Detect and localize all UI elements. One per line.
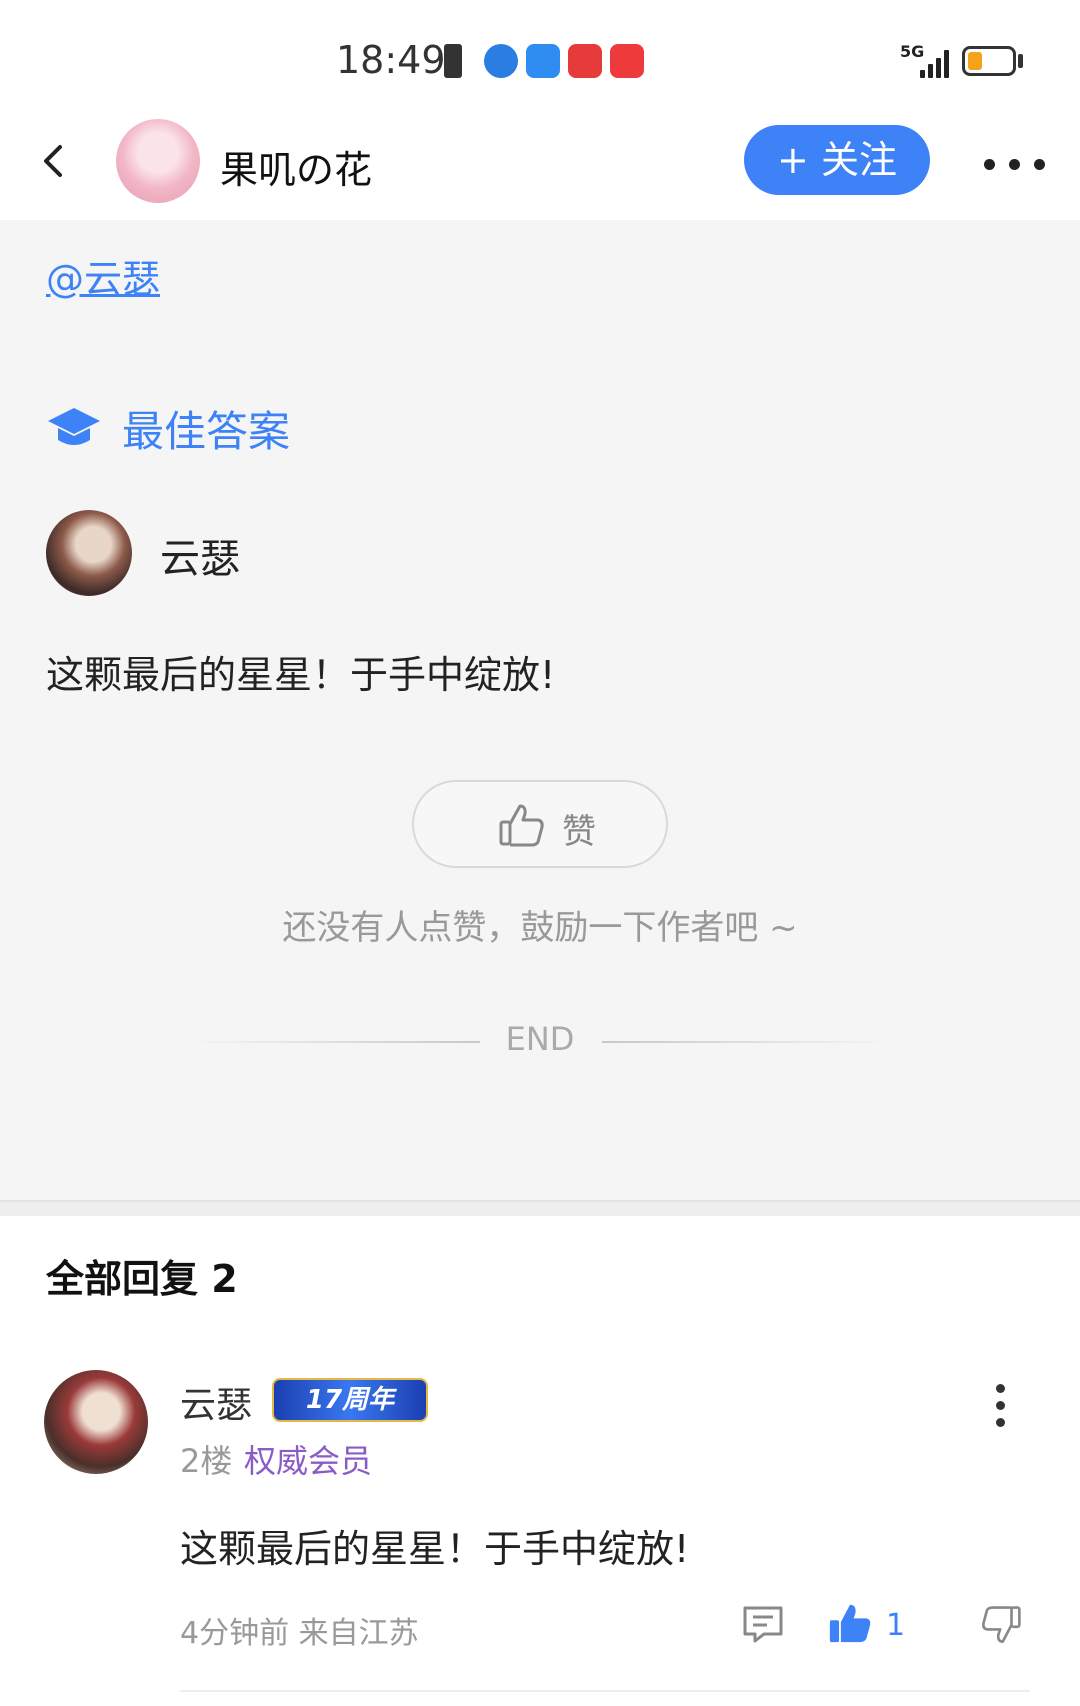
more-options-icon[interactable] bbox=[996, 1384, 1005, 1435]
status-bar: 18:49 5G bbox=[0, 0, 1080, 115]
thumbs-up-icon bbox=[498, 802, 546, 848]
avatar[interactable] bbox=[44, 1370, 148, 1474]
divider bbox=[602, 1041, 892, 1043]
huawei-store-icon bbox=[610, 44, 644, 78]
like-count: 1 bbox=[886, 1608, 906, 1643]
end-label: END bbox=[505, 1020, 575, 1058]
post-content: @云瑟 最佳答案 云瑟 这颗最后的星星！于手中绽放! 赞 还没有人点赞，鼓励一下… bbox=[0, 220, 1080, 1200]
battery-icon bbox=[962, 46, 1016, 76]
divider bbox=[180, 1690, 1030, 1692]
answer-author[interactable]: 云瑟 bbox=[160, 526, 240, 584]
avatar[interactable] bbox=[116, 119, 200, 203]
graduation-cap-icon bbox=[46, 404, 102, 454]
notification-icon bbox=[444, 44, 462, 78]
member-role: 权威会员 bbox=[244, 1442, 373, 1480]
more-options-icon[interactable] bbox=[984, 155, 1059, 174]
encourage-text: 还没有人点赞，鼓励一下作者吧 ~ bbox=[282, 908, 798, 948]
best-answer-label: 最佳答案 bbox=[122, 407, 291, 456]
page-title[interactable]: 果叽の花 bbox=[220, 139, 372, 194]
replies-header: 全部回复 2 bbox=[46, 1257, 238, 1301]
like-label: 赞 bbox=[562, 812, 596, 852]
top-nav: 果叽の花 + 关注 bbox=[0, 115, 1080, 220]
reader-icon bbox=[568, 44, 602, 78]
back-icon[interactable] bbox=[34, 141, 74, 181]
comment-icon[interactable] bbox=[742, 1604, 784, 1644]
thumbs-down-icon[interactable] bbox=[980, 1604, 1022, 1646]
status-time: 18:49 bbox=[336, 38, 446, 82]
avatar[interactable] bbox=[46, 510, 132, 596]
browser-icon bbox=[484, 44, 518, 78]
mention-link[interactable]: @云瑟 bbox=[46, 248, 160, 303]
reply-meta: 4分钟前 来自江苏 bbox=[180, 1616, 419, 1651]
reply-author[interactable]: 云瑟 bbox=[180, 1376, 252, 1428]
cloud-icon bbox=[526, 44, 560, 78]
thumbs-up-icon[interactable] bbox=[828, 1602, 872, 1644]
follow-button[interactable]: + 关注 bbox=[744, 125, 930, 195]
like-button[interactable]: 赞 bbox=[412, 780, 668, 868]
signal-icon bbox=[920, 44, 954, 78]
answer-text: 这颗最后的星星！于手中绽放! bbox=[46, 653, 556, 697]
section-divider bbox=[0, 1200, 1080, 1216]
anniversary-badge[interactable]: 17周年 bbox=[272, 1378, 428, 1422]
floor-number: 2楼 bbox=[180, 1442, 233, 1480]
reply-text: 这颗最后的星星！于手中绽放! bbox=[180, 1527, 690, 1571]
